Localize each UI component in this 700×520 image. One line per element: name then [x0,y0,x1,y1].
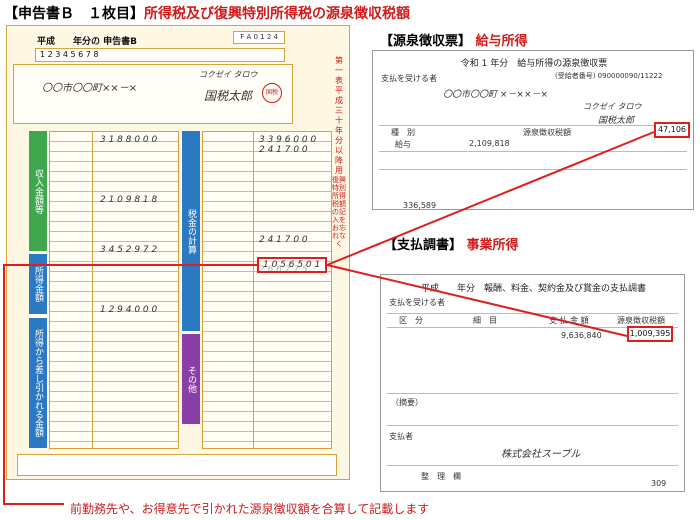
income-grid: 3 1 8 8 0 0 0 2 1 0 9 8 1 8 3 4 5 2 9 7 … [49,131,179,449]
taxpayer-name: 国税太郎 [204,89,253,103]
pay-summary-label: （摘要） [391,398,423,407]
pay-bracket-label: 【支払調書】 [384,238,463,253]
income-amount-section-label: 所得金額 [29,254,47,314]
header-bracket-label: 【申告書Ｂ １枚目】 [4,6,144,22]
hw-value: 2 4 1 7 0 0 [259,145,308,155]
withholding-tax-highlight: 1 0 5 6 5 0 1 [257,257,327,273]
pay-row-divider [387,313,678,314]
slip-bracket-label: 【源泉徴収票】 [380,34,472,49]
header-title: 所得税及び復興特別所得税の源泉徴収税額 [144,6,410,22]
slip-payment-amount: 2,109,818 [469,139,510,148]
seal-stamp: 国税 [262,83,282,103]
tax-return-form: F A 0 1 2 4 平成 年分の 申告書B 1 2 3 4 5 6 7 8 … [6,25,350,480]
pay-amount-value: 9,636,840 [561,331,602,340]
pay-col-detail: 細 目 [473,316,497,325]
withholding-slip: 令和 1 年分 給与所得の源泉徴収票 支払を受ける者 (受給者番号) 09000… [372,50,694,210]
tax-calc-section-label: 税金の計算 [182,131,200,331]
pay-payee-label: 支払を受ける者 [389,298,445,307]
form-year-label: 平成 年分の [37,37,101,47]
pay-footer-label: 整 理 欄 [421,472,461,481]
hw-value: 3 4 5 2 9 7 2 [100,245,158,255]
pay-col-kubun: 区 分 [399,316,423,325]
pay-red-label: 事業所得 [466,238,519,253]
hw-value: 1 2 9 4 0 0 0 [100,305,158,315]
slip-era: 令和 1 年分 [460,59,509,69]
slip-kind-value: 給与 [395,140,411,149]
form-footer [17,454,337,476]
hw-value: 2 4 1 7 0 0 [259,235,308,245]
tax-grid: 3 3 9 6 0 0 0 2 4 1 7 0 0 2 4 1 7 0 0 2 … [202,131,332,449]
hw-value: 2 1 0 9 8 1 8 [100,195,158,205]
slip-bottom-value: 336,589 [403,201,437,210]
taxpayer-kana: コクゼイ タロウ [199,70,258,79]
side-note: 復興特別所得税額の記入をお忘れなく [332,176,346,248]
pay-col-amount: 支 払 金 額 [549,316,589,325]
withholding-slip-label: 【源泉徴収票】 給与所得 [380,30,528,49]
slip-payee-label: 支払を受ける者 [381,74,437,83]
taxpayer-address: 〇〇市〇〇町××－× [42,83,138,94]
pay-row-divider [387,465,678,466]
id-number-row: 1 2 3 4 5 6 7 8 [35,48,285,62]
pay-tax-value-box: 1,009,395 [627,326,673,342]
slip-tax-label: 源泉徴収税額 [523,128,571,137]
form-code: F A 0 1 2 4 [233,31,285,44]
form-title: 平成 年分の 申告書B [37,34,137,47]
pay-col-tax: 源泉徴収税額 [617,316,665,325]
slip-kana: コクゼイ タロウ [583,102,642,111]
form-sheet-label: 第一表 平成三十年分以降用 [332,56,346,176]
slip-tax-value-box: 47,106 [654,122,690,138]
slip-number: (受給者番号) 090000090/11222 [555,72,663,80]
pay-row-divider [387,425,678,426]
payment-statement-label: 【支払調書】 事業所得 [384,234,519,253]
slip-red-label: 給与所得 [475,34,528,49]
id-number: 1 2 3 4 5 6 7 8 [40,50,99,59]
form-name: 申告書B [103,37,138,47]
income-section-label: 収入金額等 [29,131,47,251]
deduction-section-label: 所得から差し引かれる金額 [29,318,47,448]
slip-address: 〇〇市〇〇町 ×－××－× [443,90,549,100]
sheet-name: 第一表 [335,56,343,85]
taxpayer-address-box: 〇〇市〇〇町××－× コクゼイ タロウ 国税太郎 国税 [13,64,293,124]
slip-row-divider [379,125,687,126]
footnote: 前勤務先や、お得意先で引かれた源泉徴収額を合算して記載します [70,502,430,516]
pay-payer-name: 株式会社スーブル [501,449,581,460]
slip-title-text: 給与所得の源泉徴収票 [517,59,608,69]
hw-value: 3 3 9 6 0 0 0 [259,135,317,145]
pay-era: 平成 年分 [420,284,475,294]
slip-row-divider [379,169,687,170]
slip-row-divider [379,151,687,152]
slip-title: 令和 1 年分 給与所得の源泉徴収票 [373,56,695,69]
pay-title: 平成 年分 報酬、料金、契約金及び賞金の支払調書 [381,281,686,294]
pay-page-number: 309 [651,479,667,488]
payment-statement: 平成 年分 報酬、料金、契約金及び賞金の支払調書 支払を受ける者 区 分 細 目… [380,274,685,492]
page-header: 【申告書Ｂ １枚目】所得税及び復興特別所得税の源泉徴収税額 [4,4,696,24]
pay-payer-label: 支払者 [389,432,413,441]
slip-kind-label: 種 別 [391,128,415,137]
side-year: 平成三十年分以降用 [335,86,343,175]
other-section-label: その他 [182,334,200,424]
pay-row-divider [387,393,678,394]
pay-title-text: 報酬、料金、契約金及び賞金の支払調書 [484,284,647,294]
hw-value: 3 1 8 8 0 0 0 [100,135,158,145]
